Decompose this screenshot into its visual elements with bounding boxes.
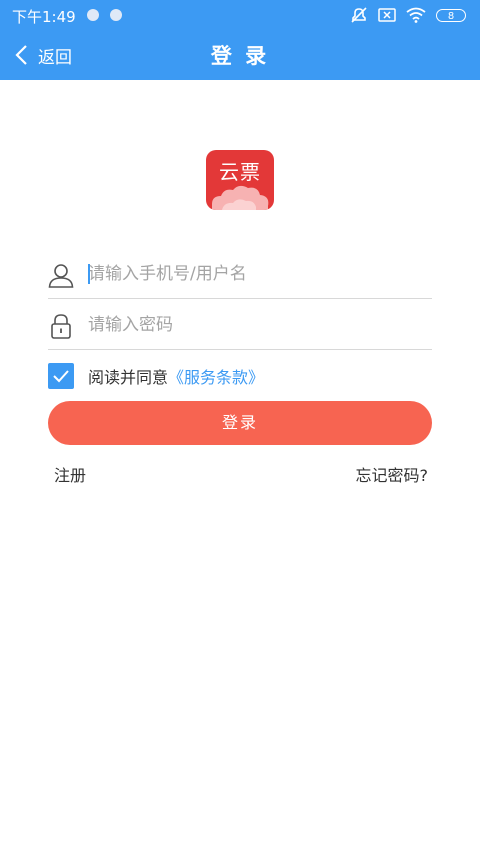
agreement-row: 阅读并同意 《服务条款》 <box>48 363 264 389</box>
register-link[interactable]: 注册 <box>54 462 86 486</box>
check-icon <box>53 370 69 383</box>
mute-icon <box>351 7 367 23</box>
status-time: 下午1:49 <box>12 8 76 26</box>
notification-dot-icon <box>87 9 99 21</box>
notification-dot-icon <box>110 9 122 21</box>
lock-icon <box>51 314 71 339</box>
no-sim-icon <box>378 8 396 22</box>
app-logo: 云票 <box>206 150 274 210</box>
wifi-icon <box>406 7 426 23</box>
user-icon <box>48 264 74 288</box>
forgot-password-link[interactable]: 忘记密码? <box>356 462 429 486</box>
agree-checkbox[interactable] <box>48 363 74 389</box>
logo-text: 云票 <box>219 160 261 184</box>
text-caret <box>88 264 90 284</box>
password-field[interactable] <box>48 301 432 350</box>
status-icons: 8 <box>350 6 466 24</box>
status-bar: 下午1:49 8 <box>0 0 480 30</box>
battery-icon: 8 <box>436 8 466 22</box>
username-input[interactable] <box>88 258 418 290</box>
agreement-text: 阅读并同意 <box>88 368 169 387</box>
terms-link[interactable]: 《服务条款》 <box>168 364 264 388</box>
nav-bar: 返回 登 录 <box>0 30 480 80</box>
password-input[interactable] <box>88 309 418 341</box>
login-button[interactable]: 登录 <box>48 401 432 445</box>
username-field[interactable] <box>48 250 432 299</box>
page-title: 登 录 <box>210 44 270 68</box>
top-bar: 下午1:49 8 返回 登 录 <box>0 0 480 80</box>
